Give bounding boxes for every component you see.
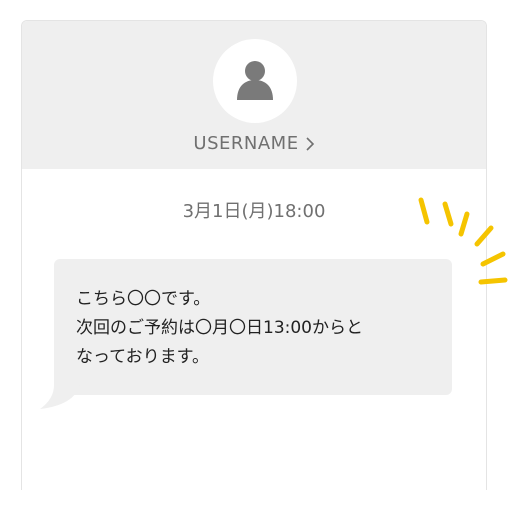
chat-header: USERNAME: [22, 21, 486, 169]
message-text: こちら〇〇です。 次回のご予約は〇月〇日13:00からと なっております。: [76, 289, 363, 367]
chevron-right-icon: [306, 137, 314, 151]
message-bubble: こちら〇〇です。 次回のご予約は〇月〇日13:00からと なっております。: [40, 259, 452, 409]
user-silhouette-icon: [237, 61, 273, 100]
username-label: USERNAME: [193, 133, 299, 154]
avatar[interactable]: [213, 39, 297, 123]
username-link[interactable]: USERNAME: [22, 133, 486, 154]
sparkle-lines-icon: [418, 197, 508, 285]
bubble-tail: [40, 385, 80, 409]
